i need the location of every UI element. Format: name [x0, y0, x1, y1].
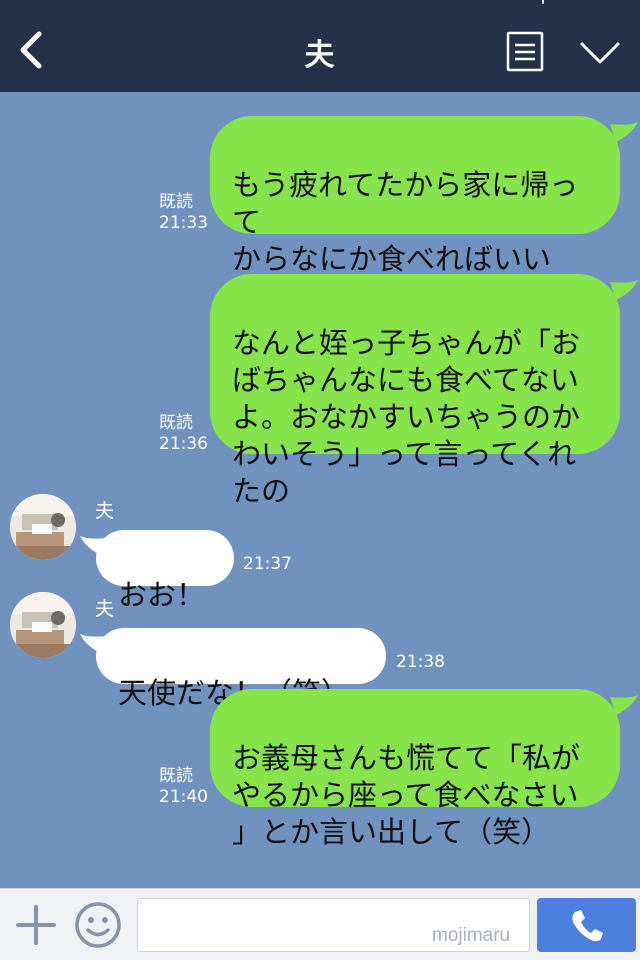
read-label: 既読	[159, 766, 193, 786]
bubble-tail	[610, 122, 638, 142]
chevron-down-icon	[580, 42, 620, 64]
read-label: 既読	[159, 192, 193, 212]
emoji-icon	[75, 902, 121, 948]
read-label: 既読	[159, 413, 193, 433]
read-receipt: 既読 21:36	[159, 413, 208, 455]
message-time: 21:33	[159, 213, 208, 233]
bubble-tail	[80, 634, 108, 654]
phone-icon	[572, 910, 603, 942]
message-bubble[interactable]: お義母さんも慌てて「私が やるから座って食べなさい 」とか言い出して（笑）	[210, 689, 620, 849]
message-time: 21:37	[243, 554, 292, 574]
message-bubble[interactable]: 天使だな！（笑）	[96, 628, 386, 710]
status-bar	[0, 0, 640, 6]
emoji-button[interactable]	[74, 901, 122, 949]
chat-title: 夫	[304, 38, 336, 73]
status-indicator	[542, 0, 544, 4]
avatar-photo	[10, 592, 76, 658]
message-text: お義母さんも慌てて「私が やるから座って食べなさい 」とか言い出して（笑）	[232, 741, 581, 849]
avatar[interactable]	[10, 494, 76, 560]
bubble-tail	[610, 695, 638, 715]
message-text: なんと姪っ子ちゃんが「お ばちゃんなにも食べてない よ。おなかすいちゃうのか わ…	[232, 326, 581, 508]
plus-icon	[16, 905, 56, 945]
sender-name: 夫	[95, 500, 115, 522]
sender-name: 夫	[95, 598, 115, 620]
message-list[interactable]: 既読 21:33 もう疲れてたから家に帰って からなにか食べればいい かなって思…	[0, 92, 640, 888]
read-receipt: 既読 21:40	[159, 766, 208, 808]
avatar-photo	[10, 494, 76, 560]
call-button[interactable]	[537, 898, 636, 952]
message-time: 21:38	[396, 652, 445, 672]
message-time: 21:36	[159, 434, 208, 454]
attach-button[interactable]	[14, 903, 58, 947]
watermark: mojimaru	[432, 925, 511, 946]
menu-icon	[506, 31, 544, 72]
menu-button[interactable]	[506, 31, 544, 72]
avatar[interactable]	[10, 592, 76, 658]
more-options-button[interactable]	[578, 36, 622, 70]
message-bubble[interactable]: なんと姪っ子ちゃんが「お ばちゃんなにも食べてない よ。おなかすいちゃうのか わ…	[210, 274, 620, 508]
message-bubble[interactable]: おお！	[96, 530, 234, 612]
read-receipt: 既読 21:33	[159, 192, 208, 234]
bubble-tail	[80, 536, 108, 556]
message-bubble[interactable]: もう疲れてたから家に帰って からなにか食べればいい かなって思ってたらね	[210, 116, 620, 313]
chat-header: 夫	[0, 0, 640, 92]
message-time: 21:40	[159, 787, 208, 807]
bubble-tail	[610, 280, 638, 300]
input-bar: mojimaru	[0, 888, 640, 960]
message-text: おお！	[118, 578, 206, 612]
